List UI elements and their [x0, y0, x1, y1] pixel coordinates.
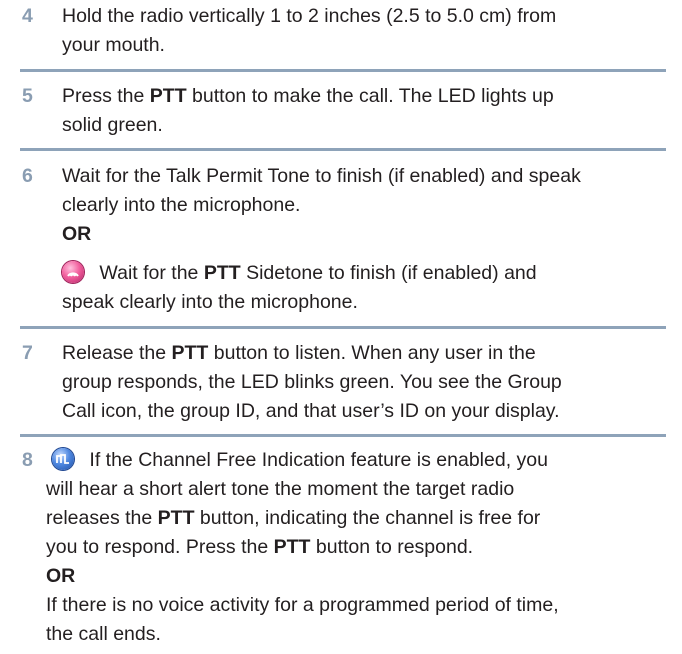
step-number: 5: [22, 85, 33, 107]
ptt-label: PTT: [203, 262, 241, 284]
step-number: 6: [22, 165, 33, 187]
step-text: Press the PTT button to make the call. T…: [62, 85, 554, 107]
step-text: releases the PTT button, indicating the …: [46, 507, 541, 529]
step-text: speak clearly into the microphone.: [62, 291, 358, 313]
step-text: Hold the radio vertically 1 to 2 inches …: [62, 5, 557, 27]
step-text: Call icon, the group ID, and that user’s…: [62, 400, 560, 422]
ptt-label: PTT: [157, 507, 195, 529]
step-5: 5 Press the PTT button to make the call.…: [0, 82, 666, 140]
step-8: 8 If the Channel Free Indication feature…: [0, 446, 666, 649]
ptt-label: PTT: [273, 536, 311, 558]
step-text: solid green.: [62, 114, 163, 136]
step-number: 4: [22, 5, 33, 27]
step-7: 7 Release the PTT button to listen. When…: [0, 339, 666, 426]
step-6: 6 Wait for the Talk Permit Tone to finis…: [0, 162, 666, 317]
step-text: clearly into the microphone.: [62, 194, 301, 216]
ptt-label: PTT: [171, 342, 209, 364]
step-text: Wait for the Talk Permit Tone to finish …: [62, 165, 581, 187]
step-text: If there is no voice activity for a prog…: [46, 594, 559, 616]
step-text: your mouth.: [62, 34, 165, 56]
step-text: the call ends.: [46, 623, 161, 645]
divider: [20, 69, 666, 72]
step-number: 7: [22, 342, 33, 364]
step-text: Release the PTT button to listen. When a…: [62, 342, 536, 364]
step-text: you to respond. Press the PTT button to …: [46, 536, 474, 558]
step-text: Wait for the PTT Sidetone to finish (if …: [62, 259, 666, 288]
step-text: If the Channel Free Indication feature i…: [52, 446, 666, 475]
divider: [20, 326, 666, 329]
step-text: will hear a short alert tone the moment …: [46, 478, 515, 500]
instruction-page: 4 Hold the radio vertically 1 to 2 inche…: [0, 0, 682, 654]
or-label: OR: [46, 565, 76, 587]
capacity-plus-icon: [62, 261, 84, 283]
step-number: 8: [22, 449, 33, 471]
ptt-label: PTT: [149, 85, 187, 107]
channel-free-icon: [52, 448, 74, 470]
divider: [20, 148, 666, 151]
divider: [20, 434, 666, 437]
or-label: OR: [62, 223, 92, 245]
step-text: group responds, the LED blinks green. Yo…: [62, 371, 562, 393]
step-4: 4 Hold the radio vertically 1 to 2 inche…: [0, 2, 666, 60]
